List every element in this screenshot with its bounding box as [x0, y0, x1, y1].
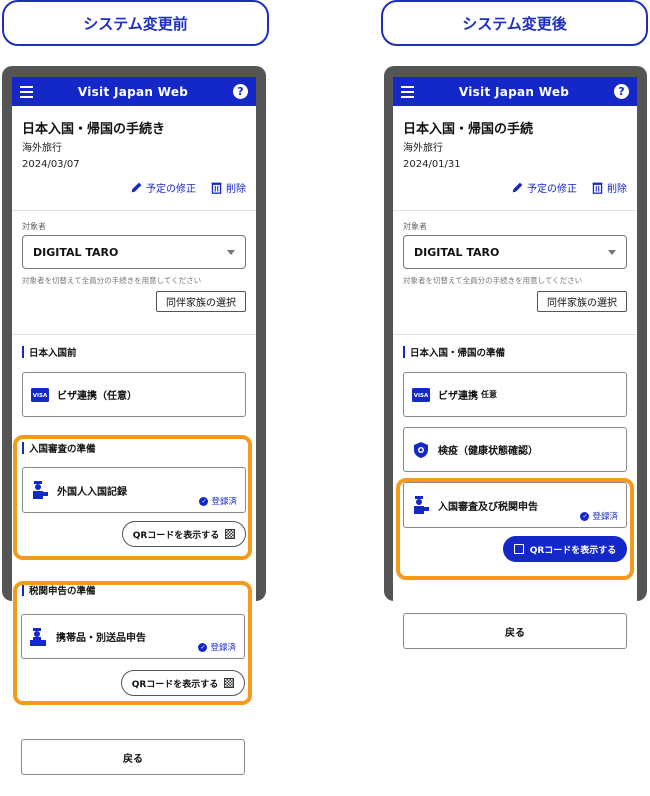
app-bar: Visit Japan Web ?	[393, 77, 637, 106]
visa-card[interactable]: VISA ビザ連携（任意）	[22, 372, 246, 417]
trip-type: 海外旅行	[403, 143, 443, 154]
highlight-immigration	[13, 435, 252, 560]
target-person-label: 対象者	[403, 222, 427, 231]
back-button[interactable]: 戻る	[403, 613, 627, 649]
helper-text: 対象者を切替えて全員分の手続きを用意してください	[22, 276, 202, 285]
page-title: 日本入国・帰国の手続き	[22, 122, 166, 137]
svg-text:VISA: VISA	[414, 393, 429, 399]
quarantine-card[interactable]: 検疫（健康状態確認）	[403, 427, 627, 472]
trip-type: 海外旅行	[22, 143, 62, 154]
trash-icon	[592, 182, 603, 194]
page-title: 日本入国・帰国の手続	[403, 122, 534, 137]
delete-button[interactable]: 削除	[210, 180, 246, 195]
optional-tag: 任意	[481, 390, 497, 399]
pencil-icon	[512, 182, 523, 192]
target-person-value: DIGITAL TARO	[33, 245, 119, 259]
pencil-icon	[131, 182, 142, 192]
delete-label: 削除	[607, 183, 627, 195]
section-heading-pre-entry: 日本入国前	[22, 345, 246, 359]
edit-plan-label: 予定の修正	[527, 183, 577, 195]
app-title: Visit Japan Web	[458, 84, 570, 99]
section-heading-preparation: 日本入国・帰国の準備	[403, 345, 627, 359]
target-person-select[interactable]: DIGITAL TARO	[22, 235, 246, 269]
highlight-combined	[396, 478, 634, 580]
help-icon[interactable]: ?	[233, 84, 248, 99]
menu-icon[interactable]	[401, 85, 414, 98]
trip-date: 2024/03/07	[22, 159, 80, 170]
trip-date: 2024/01/31	[403, 159, 461, 170]
banner-before: システム変更前	[2, 0, 269, 46]
visa-card-title: ビザ連携	[438, 391, 478, 402]
quarantine-card-title: 検疫（健康状態確認）	[438, 446, 538, 457]
helper-text: 対象者を切替えて全員分の手続きを用意してください	[403, 276, 583, 285]
visa-icon: VISA	[412, 386, 430, 404]
virus-shield-icon	[412, 441, 430, 459]
visa-icon: VISA	[31, 386, 49, 404]
edit-plan-label: 予定の修正	[146, 183, 196, 195]
back-button[interactable]: 戻る	[21, 739, 245, 775]
target-person-label: 対象者	[22, 222, 46, 231]
svg-text:VISA: VISA	[33, 393, 48, 399]
chevron-down-icon	[227, 249, 235, 255]
help-icon[interactable]: ?	[614, 84, 629, 99]
visa-card-title: ビザ連携（任意）	[57, 391, 137, 402]
divider	[393, 334, 637, 335]
select-companion-button[interactable]: 同伴家族の選択	[537, 291, 627, 312]
banner-after: システム変更後	[381, 0, 648, 46]
visa-card[interactable]: VISA ビザ連携 任意	[403, 372, 627, 417]
highlight-customs	[13, 581, 252, 705]
menu-icon[interactable]	[20, 85, 33, 98]
divider	[12, 334, 256, 335]
delete-label: 削除	[226, 183, 246, 195]
target-person-value: DIGITAL TARO	[414, 245, 500, 259]
select-companion-button[interactable]: 同伴家族の選択	[156, 291, 246, 312]
delete-button[interactable]: 削除	[591, 180, 627, 195]
edit-plan-button[interactable]: 予定の修正	[130, 180, 196, 195]
edit-plan-button[interactable]: 予定の修正	[511, 180, 577, 195]
trash-icon	[211, 182, 222, 194]
target-person-select[interactable]: DIGITAL TARO	[403, 235, 627, 269]
app-title: Visit Japan Web	[77, 84, 189, 99]
chevron-down-icon	[608, 249, 616, 255]
app-bar: Visit Japan Web ?	[12, 77, 256, 106]
